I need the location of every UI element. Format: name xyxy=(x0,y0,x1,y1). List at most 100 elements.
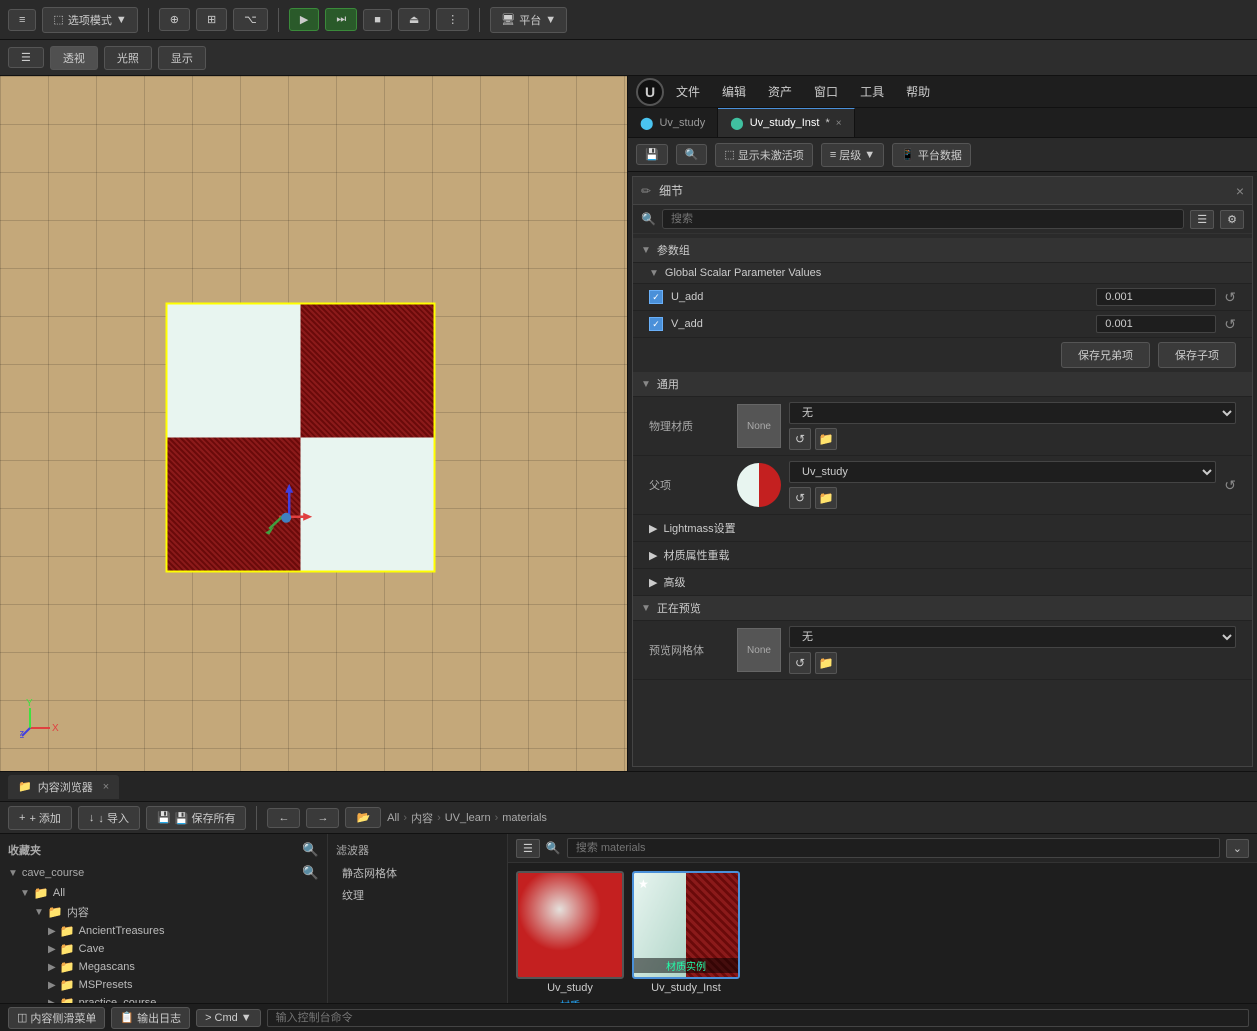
param-group-section-header[interactable]: ▼ 参数组 xyxy=(633,238,1252,263)
eject-button[interactable]: ⏏ xyxy=(398,8,430,31)
tree-megascans[interactable]: ▶ 📁 Megascans xyxy=(0,958,327,976)
search-course-button[interactable]: 🔍 xyxy=(302,865,319,881)
details-list-view-button[interactable]: ☰ xyxy=(1190,210,1214,229)
save-all-button[interactable]: 💾 💾 保存所有 xyxy=(146,806,246,830)
add-button[interactable]: + + 添加 xyxy=(8,806,72,830)
window-menu[interactable]: 窗口 xyxy=(804,80,848,103)
content-browser-tab-close[interactable]: × xyxy=(103,781,109,793)
tab-close-button[interactable]: × xyxy=(836,118,842,129)
lit-button[interactable]: 光照 xyxy=(104,46,152,70)
platform-button[interactable]: 🖥 平台 ▼ xyxy=(490,7,567,33)
tree-cave[interactable]: ▶ 📁 Cave xyxy=(0,940,327,958)
import-button[interactable]: ↓ ↓ 导入 xyxy=(78,806,140,830)
preview-mesh-refresh-button[interactable]: ↺ xyxy=(789,652,811,674)
preview-mesh-browse-button[interactable]: 📁 xyxy=(815,652,837,674)
u-add-reset-button[interactable]: ↺ xyxy=(1224,289,1236,306)
tree-ancient-label: AncientTreasures xyxy=(79,925,165,937)
play-step-button[interactable]: ⏭ xyxy=(325,8,357,31)
details-close-button[interactable]: × xyxy=(1236,183,1244,199)
layer-button[interactable]: ≡ 层级 ▼ xyxy=(821,143,884,167)
general-section-header[interactable]: ▼ 通用 xyxy=(633,372,1252,397)
asset-view-options-button[interactable]: ⌄ xyxy=(1226,839,1249,858)
material-overrides-section-header[interactable]: ▶ 材质属性重载 xyxy=(633,542,1252,569)
preview-arrow: ▼ xyxy=(641,603,651,614)
tree-all-item[interactable]: ▼ 📁 All xyxy=(0,884,327,902)
bread-content[interactable]: 内容 xyxy=(411,810,433,826)
path-forward-button[interactable]: → xyxy=(306,808,339,828)
more-button[interactable]: ⋮ xyxy=(436,8,469,31)
asset-filter-button[interactable]: ☰ xyxy=(516,839,540,858)
show-unactivated-button[interactable]: ⬚ 显示未激活项 xyxy=(715,143,812,167)
tree-content-item[interactable]: ▼ 📁 内容 xyxy=(0,902,327,922)
platform-data-button[interactable]: 📱 平台数据 xyxy=(892,143,971,167)
help-menu[interactable]: 帮助 xyxy=(896,80,940,103)
preview-mesh-select[interactable]: 无 xyxy=(789,626,1236,648)
physical-material-select[interactable]: 无 xyxy=(789,402,1236,424)
edit-menu[interactable]: 编辑 xyxy=(712,80,756,103)
tab-uv-study[interactable]: ⬤ Uv_study xyxy=(628,108,718,137)
content-side-menu-button[interactable]: ◫ 内容侧滑菜单 xyxy=(8,1007,105,1029)
tab-uv-study-inst[interactable]: ⬤ Uv_study_Inst * × xyxy=(718,108,854,137)
select-mode-button[interactable]: ⬚ 选项模式 ▼ xyxy=(42,7,137,33)
content-browser-tab[interactable]: 📁 内容浏览器 × xyxy=(8,775,119,799)
console-input[interactable] xyxy=(267,1009,1249,1027)
play-button[interactable]: ▶ xyxy=(289,8,319,31)
asset-uv-study[interactable]: Uv_study 材质 xyxy=(516,871,624,1003)
filter-texture[interactable]: 纹理 xyxy=(336,884,499,906)
tree-mspresets[interactable]: ▶ 📁 MSPresets xyxy=(0,976,327,994)
tools-menu[interactable]: 工具 xyxy=(850,80,894,103)
show-sources-button[interactable]: 📂 xyxy=(345,807,381,828)
details-search-input[interactable] xyxy=(662,209,1184,229)
search-material-button[interactable]: 🔍 xyxy=(676,144,708,165)
second-toolbar: ☰ 透视 光照 显示 xyxy=(0,40,1257,76)
physical-material-refresh-button[interactable]: ↺ xyxy=(789,428,811,450)
hamburger-icon: ≡ xyxy=(19,14,25,26)
parent-reset-button[interactable]: ↺ xyxy=(1224,477,1236,494)
advanced-section-header[interactable]: ▶ 高级 xyxy=(633,569,1252,596)
path-back-button[interactable]: ← xyxy=(267,808,300,828)
tree-practice-course[interactable]: ▶ 📁 practice_course xyxy=(0,994,327,1003)
tree-ancient-treasures[interactable]: ▶ 📁 AncientTreasures xyxy=(0,922,327,940)
save-children-button[interactable]: 保存子项 xyxy=(1158,342,1236,368)
details-title: 细节 xyxy=(659,182,683,199)
global-scalar-section-header[interactable]: ▼ Global Scalar Parameter Values xyxy=(633,263,1252,284)
bread-materials[interactable]: materials xyxy=(502,812,547,824)
save-material-button[interactable]: 💾 xyxy=(636,144,668,165)
preview-section-header[interactable]: ▼ 正在预览 xyxy=(633,596,1252,621)
filter-static-mesh[interactable]: 静态网格体 xyxy=(336,862,499,884)
details-settings-button[interactable]: ⚙ xyxy=(1220,210,1244,229)
parent-refresh-button[interactable]: ↺ xyxy=(789,487,811,509)
parent-browse-button[interactable]: 📁 xyxy=(815,487,837,509)
output-log-button[interactable]: 📋 输出日志 xyxy=(111,1007,190,1029)
hamburger-menu-button[interactable]: ≡ xyxy=(8,9,36,31)
sequence-button[interactable]: ⌥ xyxy=(233,8,268,31)
save-icon: 💾 xyxy=(645,148,659,161)
show-button[interactable]: 显示 xyxy=(158,46,206,70)
v-add-value-input[interactable] xyxy=(1096,315,1216,333)
v-add-checkbox[interactable]: ✓ xyxy=(649,317,663,331)
cmd-button[interactable]: > Cmd ▼ xyxy=(196,1009,261,1027)
preview-mesh-row: 预览网格体 None 无 ↺ 📁 xyxy=(633,621,1252,680)
layout-button[interactable]: ⊞ xyxy=(196,8,227,31)
cave-course-item[interactable]: ▼ cave_course 🔍 xyxy=(0,862,327,884)
v-add-reset-button[interactable]: ↺ xyxy=(1224,316,1236,333)
bread-uvlearn[interactable]: UV_learn xyxy=(445,812,491,824)
assets-menu[interactable]: 资产 xyxy=(758,80,802,103)
transform-widget[interactable] xyxy=(259,478,319,538)
u-add-checkbox[interactable]: ✓ xyxy=(649,290,663,304)
file-menu[interactable]: 文件 xyxy=(666,80,710,103)
add-actor-button[interactable]: ⊕ xyxy=(159,8,190,31)
physical-material-browse-button[interactable]: 📁 xyxy=(815,428,837,450)
material-tab-icon: ⬤ xyxy=(640,116,653,130)
menu-toggle-button[interactable]: ☰ xyxy=(8,47,44,68)
search-tree-button[interactable]: 🔍 xyxy=(302,842,319,858)
perspective-button[interactable]: 透视 xyxy=(50,46,98,70)
lightmass-section-header[interactable]: ▶ Lightmass设置 xyxy=(633,515,1252,542)
save-siblings-button[interactable]: 保存兄弟项 xyxy=(1061,342,1150,368)
asset-search-input[interactable] xyxy=(567,838,1220,858)
asset-uv-study-inst[interactable]: ★ 材质实例 Uv_study_Inst xyxy=(632,871,740,1003)
bread-all[interactable]: All xyxy=(387,812,399,824)
stop-button[interactable]: ■ xyxy=(363,9,392,31)
u-add-value-input[interactable] xyxy=(1096,288,1216,306)
parent-select[interactable]: Uv_study xyxy=(789,461,1216,483)
